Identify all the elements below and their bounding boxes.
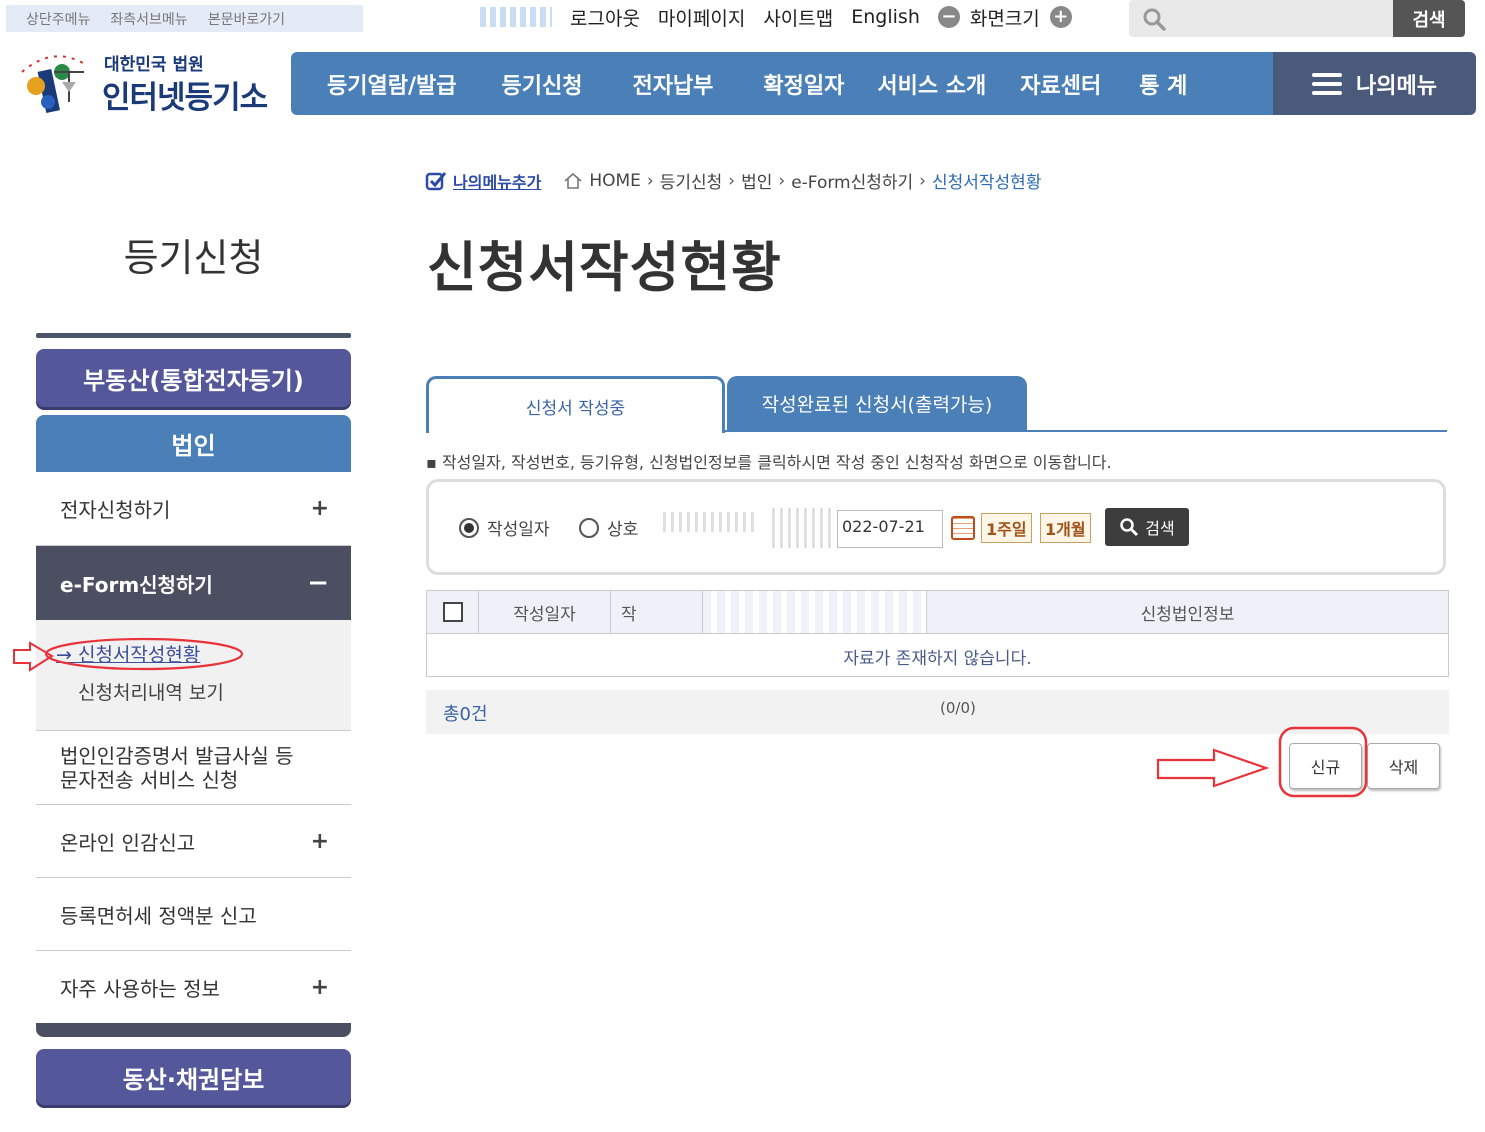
annotation-overlay	[13, 637, 1368, 798]
